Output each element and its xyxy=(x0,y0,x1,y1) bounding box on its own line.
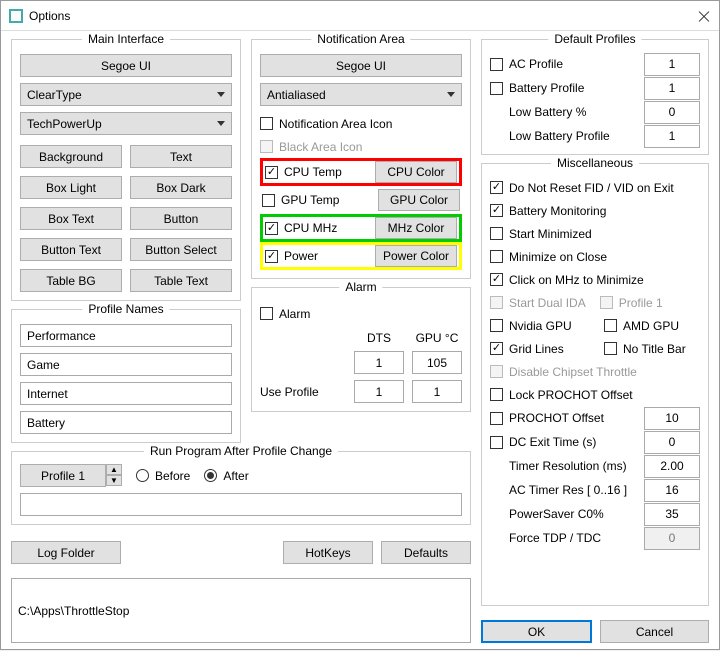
boxtext-button[interactable]: Box Text xyxy=(20,207,122,230)
chipset-checkbox xyxy=(490,365,503,378)
notif-render-select[interactable]: Antialiased xyxy=(260,83,462,106)
ac-profile-input[interactable]: 1 xyxy=(644,53,700,76)
font-button[interactable]: Segoe UI xyxy=(20,54,232,77)
color-buttons-grid: Background Text Box Light Box Dark Box T… xyxy=(20,145,232,292)
button-button[interactable]: Button xyxy=(130,207,232,230)
tablebg-button[interactable]: Table BG xyxy=(20,269,122,292)
group-label: Miscellaneous xyxy=(551,156,639,170)
default-profiles-group: Default Profiles AC Profile1 Battery Pro… xyxy=(481,39,709,155)
forcetdp-input: 0 xyxy=(644,527,700,550)
notif-font-button[interactable]: Segoe UI xyxy=(260,54,462,77)
minclose-checkbox[interactable] xyxy=(490,250,503,263)
batt-profile-input[interactable]: 1 xyxy=(644,77,700,100)
boxlight-button[interactable]: Box Light xyxy=(20,176,122,199)
alarm-checkbox[interactable] xyxy=(260,307,273,320)
text-button[interactable]: Text xyxy=(130,145,232,168)
boxdark-button[interactable]: Box Dark xyxy=(130,176,232,199)
mhz-color-button[interactable]: MHz Color xyxy=(375,217,457,239)
cpu-mhz-row: CPU MHzMHz Color xyxy=(260,214,462,242)
spin-up-icon[interactable]: ▲ xyxy=(106,464,122,475)
profile1-input[interactable]: Performance xyxy=(20,324,232,347)
ac-profile-checkbox[interactable] xyxy=(490,58,503,71)
lowbatt-profile-input[interactable]: 1 xyxy=(644,125,700,148)
group-label: Main Interface xyxy=(82,32,170,46)
power-row: PowerPower Color xyxy=(260,242,462,270)
render-select[interactable]: ClearType xyxy=(20,83,232,106)
misc-group: Miscellaneous Do Not Reset FID / VID on … xyxy=(481,163,709,606)
gpu-temp-checkbox[interactable] xyxy=(262,194,275,207)
lowbatt-pct-input[interactable]: 0 xyxy=(644,101,700,124)
actimer-input[interactable]: 16 xyxy=(644,479,700,502)
up2-input[interactable]: 1 xyxy=(412,380,462,403)
group-label: Run Program After Profile Change xyxy=(144,444,338,458)
buttontext-button[interactable]: Button Text xyxy=(20,238,122,261)
gpuc-input[interactable]: 105 xyxy=(412,351,462,374)
up1-input[interactable]: 1 xyxy=(354,380,404,403)
main-interface-group: Main Interface Segoe UI ClearType TechPo… xyxy=(11,39,241,301)
cpu-temp-row: CPU TempCPU Color xyxy=(260,158,462,186)
buttonselect-button[interactable]: Button Select xyxy=(130,238,232,261)
titlebar: Options xyxy=(1,1,719,31)
chevron-down-icon xyxy=(217,92,225,97)
profile-spinner[interactable]: Profile 1 ▲▼ xyxy=(20,464,122,487)
power-color-button[interactable]: Power Color xyxy=(375,245,457,267)
gpu-temp-row: GPU TempGPU Color xyxy=(260,186,462,214)
battmon-checkbox[interactable] xyxy=(490,204,503,217)
dualida-checkbox xyxy=(490,296,503,309)
cpu-color-button[interactable]: CPU Color xyxy=(375,161,457,183)
chevron-down-icon xyxy=(217,121,225,126)
command-input[interactable] xyxy=(20,493,462,516)
noreset-checkbox[interactable] xyxy=(490,181,503,194)
group-label: Profile Names xyxy=(82,302,169,316)
options-window: Options Main Interface Segoe UI ClearTyp… xyxy=(0,0,720,650)
prochot-checkbox[interactable] xyxy=(490,412,503,425)
amd-checkbox[interactable] xyxy=(604,319,617,332)
profile1-checkbox xyxy=(600,296,613,309)
close-icon[interactable] xyxy=(697,9,711,23)
nvidia-checkbox[interactable] xyxy=(490,319,503,332)
notification-area-group: Notification Area Segoe UI Antialiased N… xyxy=(251,39,471,279)
theme-select[interactable]: TechPowerUp xyxy=(20,112,232,135)
tabletext-button[interactable]: Table Text xyxy=(130,269,232,292)
log-folder-button[interactable]: Log Folder xyxy=(11,541,121,564)
lockprochot-checkbox[interactable] xyxy=(490,388,503,401)
startmin-checkbox[interactable] xyxy=(490,227,503,240)
after-radio[interactable] xyxy=(204,469,217,482)
window-title: Options xyxy=(29,9,697,23)
chevron-down-icon xyxy=(447,92,455,97)
dcexit-input[interactable]: 0 xyxy=(644,431,700,454)
profile2-input[interactable]: Game xyxy=(20,353,232,376)
group-label: Default Profiles xyxy=(548,32,641,46)
cancel-button[interactable]: Cancel xyxy=(600,620,709,643)
batt-profile-checkbox[interactable] xyxy=(490,82,503,95)
prochot-input[interactable]: 10 xyxy=(644,407,700,430)
cpu-mhz-checkbox[interactable] xyxy=(265,222,278,235)
profile-names-group: Profile Names Performance Game Internet … xyxy=(11,309,241,443)
dcexit-checkbox[interactable] xyxy=(490,436,503,449)
cpu-temp-checkbox[interactable] xyxy=(265,166,278,179)
ok-button[interactable]: OK xyxy=(481,620,592,643)
notitlebar-checkbox[interactable] xyxy=(604,342,617,355)
dts-input[interactable]: 1 xyxy=(354,351,404,374)
gpu-color-button[interactable]: GPU Color xyxy=(378,189,460,211)
area-icon-checkbox[interactable] xyxy=(260,117,273,130)
gridlines-checkbox[interactable] xyxy=(490,342,503,355)
group-label: Notification Area xyxy=(311,32,410,46)
group-label: Alarm xyxy=(339,280,382,294)
profile3-input[interactable]: Internet xyxy=(20,382,232,405)
black-icon-checkbox xyxy=(260,140,273,153)
background-button[interactable]: Background xyxy=(20,145,122,168)
powersaver-input[interactable]: 35 xyxy=(644,503,700,526)
power-checkbox[interactable] xyxy=(265,250,278,263)
app-icon xyxy=(9,9,23,23)
clickmhz-checkbox[interactable] xyxy=(490,273,503,286)
before-radio[interactable] xyxy=(136,469,149,482)
alarm-group: Alarm Alarm DTSGPU °C 1105 Use Profile11 xyxy=(251,287,471,412)
profile4-input[interactable]: Battery xyxy=(20,411,232,434)
timerres-input[interactable]: 2.00 xyxy=(644,455,700,478)
spin-down-icon[interactable]: ▼ xyxy=(106,475,122,486)
run-program-group: Run Program After Profile Change Profile… xyxy=(11,451,471,525)
